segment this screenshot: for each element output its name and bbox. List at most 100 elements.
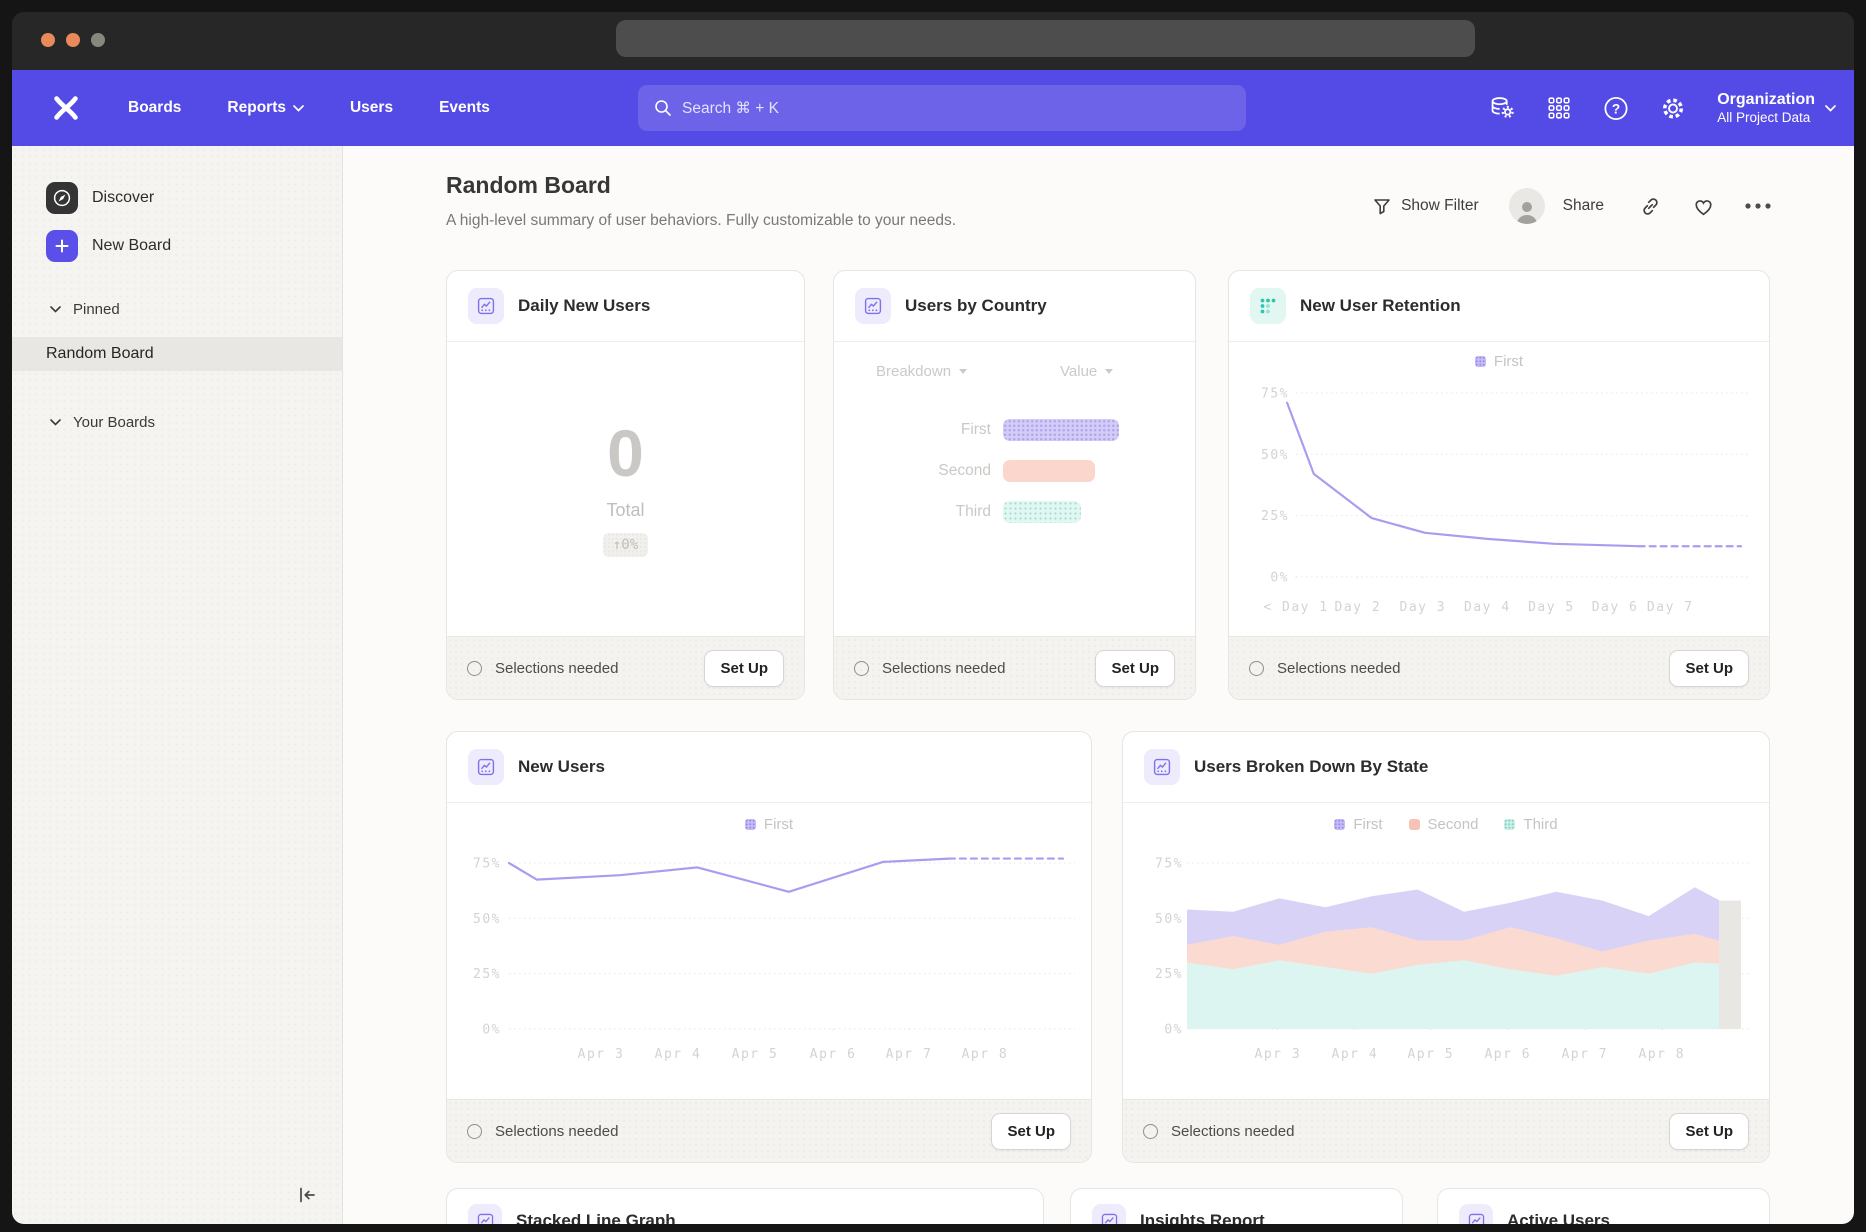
footer-status: Selections needed — [495, 660, 704, 677]
mixpanel-logo-icon[interactable] — [48, 90, 84, 126]
share-button[interactable]: Share — [1563, 197, 1604, 215]
apps-grid-icon[interactable] — [1546, 95, 1572, 121]
svg-text:75%: 75% — [473, 857, 501, 872]
nav-item-label: Events — [439, 99, 490, 117]
line-chart-icon — [855, 288, 891, 324]
filter-funnel-icon — [1373, 198, 1391, 215]
card-title: New User Retention — [1300, 296, 1461, 316]
set-up-button[interactable]: Set Up — [1669, 650, 1749, 687]
traffic-lights — [41, 33, 105, 47]
svg-text:0%: 0% — [482, 1022, 501, 1037]
set-up-button[interactable]: Set Up — [991, 1113, 1071, 1150]
minimize-button[interactable] — [66, 33, 80, 47]
legend-label: Third — [1523, 816, 1557, 833]
section-label: Your Boards — [73, 414, 155, 431]
sidebar-item-new-board[interactable]: New Board — [46, 230, 171, 262]
data-management-icon[interactable] — [1489, 95, 1515, 121]
copy-link-button[interactable] — [1640, 196, 1661, 217]
card-new-user-retention: New User Retention First 75%50%25%0%< Da… — [1228, 270, 1770, 700]
favorite-button[interactable] — [1693, 197, 1714, 216]
avatar[interactable] — [1509, 188, 1545, 224]
nav-item-reports[interactable]: Reports — [227, 99, 304, 117]
svg-text:Apr 3: Apr 3 — [578, 1047, 625, 1062]
global-search-input[interactable]: Search ⌘ + K — [638, 85, 1246, 131]
retention-line-chart: 75%50%25%0%< Day 1Day 2Day 3Day 4Day 5Da… — [1243, 371, 1757, 631]
svg-text:Apr 5: Apr 5 — [1407, 1047, 1454, 1062]
collapse-sidebar-button[interactable] — [294, 1182, 320, 1208]
card-title: Stacked Line Graph — [516, 1211, 676, 1224]
show-filter-button[interactable]: Show Filter — [1373, 197, 1479, 215]
nav-item-label: Reports — [227, 99, 286, 117]
metric-value: 0 — [607, 420, 644, 486]
close-button[interactable] — [41, 33, 55, 47]
nav-item-label: Boards — [128, 99, 181, 117]
legend-swatch-first — [1475, 356, 1486, 367]
sidebar-item-discover[interactable]: Discover — [46, 182, 154, 214]
svg-text:Apr 7: Apr 7 — [886, 1047, 933, 1062]
set-up-button[interactable]: Set Up — [704, 650, 784, 687]
card-users-by-state: Users Broken Down By State First Second … — [1122, 731, 1770, 1163]
legend-label: Second — [1428, 816, 1479, 833]
card-title: Users by Country — [905, 296, 1047, 316]
address-bar[interactable] — [616, 20, 1475, 57]
footer-status: Selections needed — [1277, 660, 1669, 677]
card-daily-new-users: Daily New Users 0 Total ↑0% Selections n… — [446, 270, 805, 700]
set-up-button[interactable]: Set Up — [1669, 1113, 1749, 1150]
navbar-actions: ? Organization All Project Data — [1489, 70, 1836, 146]
sidebar-section-your-boards[interactable]: Your Boards — [50, 414, 155, 431]
chart-legend: First — [447, 816, 1091, 833]
status-radio-icon — [1143, 1124, 1158, 1139]
bar — [1003, 501, 1081, 523]
sidebar-item-random-board[interactable]: Random Board — [12, 337, 342, 371]
chevron-down-icon — [50, 419, 61, 426]
nav-item-users[interactable]: Users — [350, 99, 393, 117]
browser-window: Boards Reports Users Events Search ⌘ + K — [12, 12, 1854, 1224]
svg-text:75%: 75% — [1155, 857, 1183, 872]
section-label: Pinned — [73, 301, 120, 318]
bar-row: Second — [834, 460, 1095, 482]
metric-body: 0 Total ↑0% — [447, 341, 804, 636]
nav-item-events[interactable]: Events — [439, 99, 490, 117]
sidebar-item-label: Discover — [92, 189, 154, 207]
more-options-button[interactable] — [1744, 202, 1772, 210]
svg-text:Apr 6: Apr 6 — [1484, 1047, 1531, 1062]
legend-swatch-first — [1334, 819, 1345, 830]
status-radio-icon — [467, 661, 482, 676]
line-chart-icon — [468, 288, 504, 324]
legend-swatch-third — [1504, 819, 1515, 830]
nav-item-label: Users — [350, 99, 393, 117]
status-radio-icon — [854, 661, 869, 676]
org-name: Organization — [1717, 90, 1815, 110]
svg-text:Apr 7: Apr 7 — [1561, 1047, 1608, 1062]
state-area-chart: 75%50%25%0%Apr 3Apr 4Apr 5Apr 6Apr 7Apr … — [1137, 842, 1757, 1082]
collapse-left-icon — [296, 1184, 318, 1206]
help-icon[interactable]: ? — [1603, 95, 1629, 121]
compass-icon — [46, 182, 78, 214]
zoom-button[interactable] — [91, 33, 105, 47]
link-icon — [1640, 196, 1661, 217]
card-insights-report: Insights Report — [1070, 1188, 1403, 1224]
org-switcher[interactable]: Organization All Project Data — [1717, 90, 1836, 127]
card-footer: Selections needed Set Up — [447, 636, 804, 699]
line-chart-icon — [1144, 749, 1180, 785]
card-title: Insights Report — [1140, 1211, 1265, 1224]
svg-text:Day 3: Day 3 — [1400, 600, 1447, 615]
ellipsis-icon — [1744, 202, 1772, 210]
value-dropdown[interactable]: Value — [1060, 363, 1113, 380]
bar-row: First — [834, 419, 1119, 441]
svg-text:0%: 0% — [1164, 1022, 1183, 1037]
sidebar-section-pinned[interactable]: Pinned — [50, 301, 120, 318]
svg-text:Apr 4: Apr 4 — [655, 1047, 702, 1062]
set-up-button[interactable]: Set Up — [1095, 650, 1175, 687]
bar-label: Second — [834, 462, 1003, 480]
status-radio-icon — [467, 1124, 482, 1139]
legend-swatch-first — [745, 819, 756, 830]
breakdown-dropdown[interactable]: Breakdown — [876, 363, 967, 380]
svg-text:Apr 5: Apr 5 — [732, 1047, 779, 1062]
nav-item-boards[interactable]: Boards — [128, 99, 181, 117]
line-chart-icon — [468, 1204, 502, 1224]
svg-text:50%: 50% — [473, 912, 501, 927]
card-active-users: Active Users — [1437, 1188, 1770, 1224]
settings-gear-icon[interactable] — [1660, 95, 1686, 121]
search-icon — [654, 99, 672, 117]
